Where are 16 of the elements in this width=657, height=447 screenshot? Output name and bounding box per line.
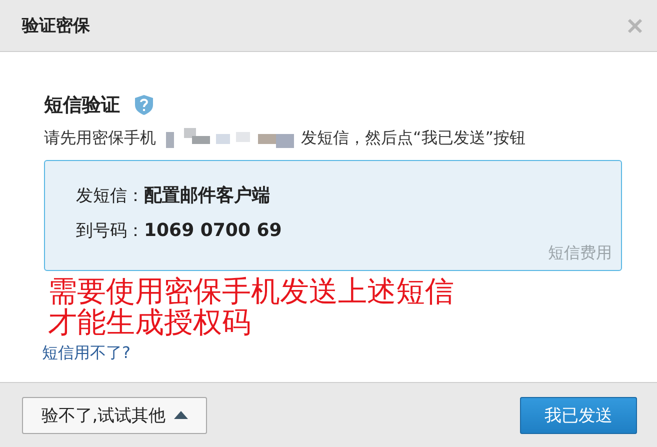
field-value: 配置邮件客户端 [144,184,270,207]
other-methods-button[interactable]: 验不了,试试其他 [22,396,207,434]
shield-help-icon[interactable] [134,94,154,116]
field-value: 1069 0700 69 [144,220,282,241]
close-icon[interactable] [627,18,643,34]
annotation-text: 需要使用密保手机发送上述短信 [48,276,454,308]
instruction-text: 发短信，然后点“我已发送”按钮 [301,128,526,148]
annotation-text: 才能生成授权码 [48,307,251,339]
field-label: 发短信： [76,185,144,207]
caret-icon [174,411,188,419]
field-label: 到号码： [76,220,144,242]
window-title: 验证密保 [22,15,90,37]
section-heading: 短信验证 [44,93,120,118]
send-button[interactable]: 我已发送 [520,396,637,434]
instruction-text: 请先用密保手机 [44,128,156,148]
help-link[interactable]: 短信用不了? [42,343,130,364]
